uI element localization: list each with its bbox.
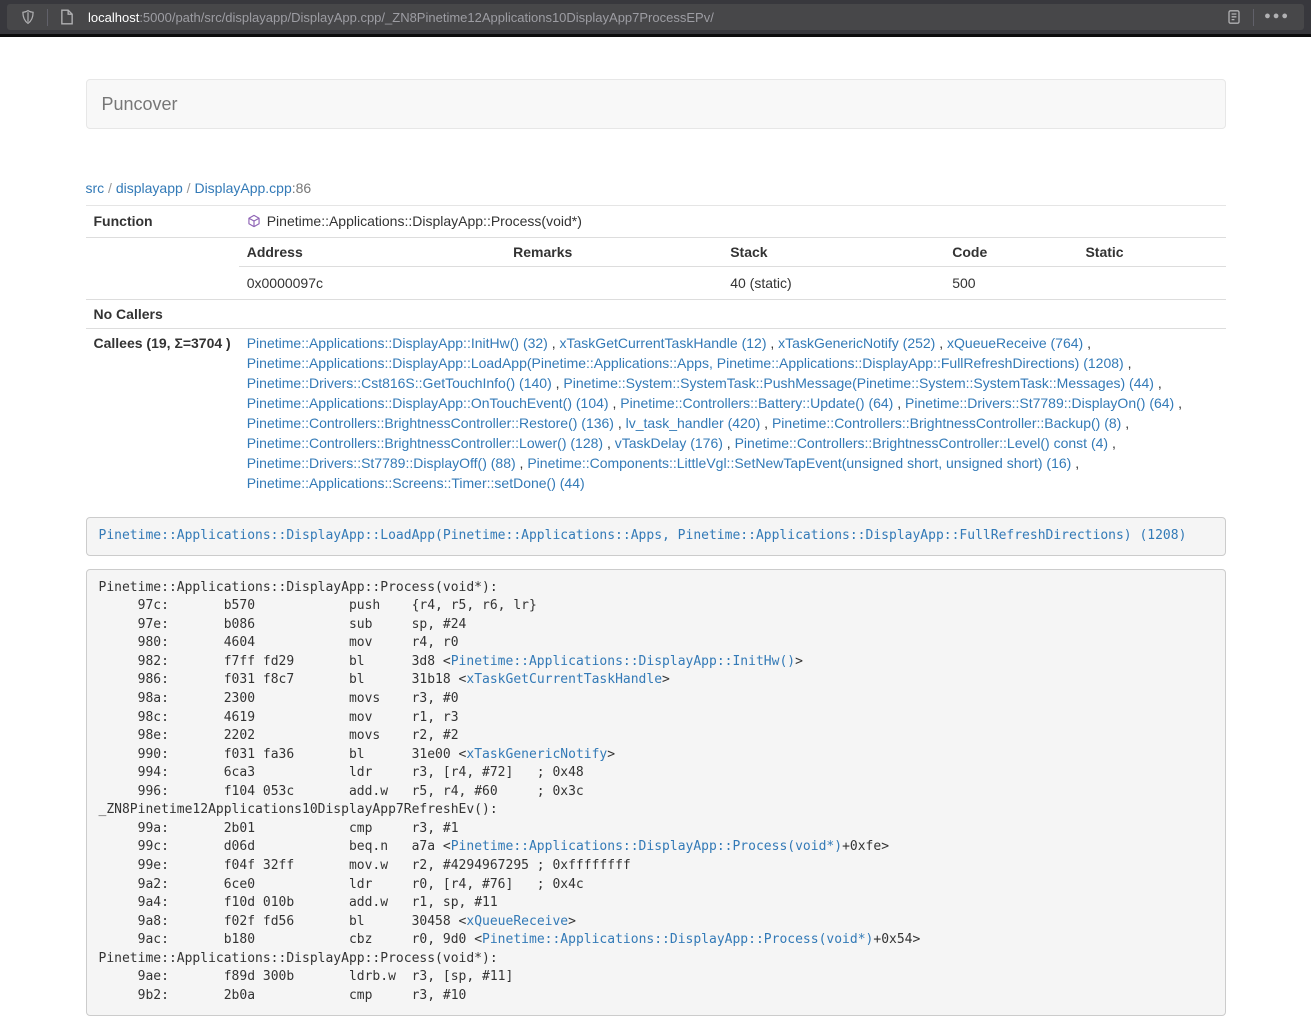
callee-link[interactable]: Pinetime::Controllers::BrightnessControl…	[247, 415, 614, 431]
col-header-code: Code	[944, 238, 1077, 267]
function-name-wrap: Pinetime::Applications::DisplayApp::Proc…	[247, 211, 582, 231]
page: Puncover src / displayapp / DisplayApp.c…	[0, 37, 1311, 1016]
breadcrumb-link[interactable]: src	[86, 180, 105, 196]
assembly-symbol-link[interactable]: Pinetime::Applications::DisplayApp::Init…	[451, 654, 795, 669]
col-header-address: Address	[239, 238, 505, 267]
callee-link[interactable]: xQueueReceive (764)	[947, 335, 1083, 351]
page-icon[interactable]	[56, 6, 78, 28]
assembly-symbol-link[interactable]: Pinetime::Applications::DisplayApp::Proc…	[482, 932, 873, 947]
breadcrumb: src / displayapp / DisplayApp.cpp:86	[86, 181, 1226, 196]
no-callers-row: No Callers	[86, 300, 1226, 329]
callee-link[interactable]: Pinetime::System::SystemTask::PushMessag…	[563, 375, 1154, 391]
function-row: Function Pinetime::Applications::Display…	[86, 207, 1226, 238]
url-host: localhost	[88, 10, 139, 25]
col-header-stack: Stack	[722, 238, 944, 267]
function-name: Pinetime::Applications::DisplayApp::Proc…	[267, 211, 582, 231]
shield-icon[interactable]	[17, 6, 39, 28]
function-info-table: Function Pinetime::Applications::Display…	[86, 207, 1226, 497]
symbol-cube-icon	[247, 214, 261, 228]
address-value: 0x0000097c	[239, 267, 505, 300]
callees-list: Pinetime::Applications::DisplayApp::Init…	[239, 329, 1226, 498]
browser-toolbar: localhost:5000/path/src/displayapp/Displ…	[0, 0, 1311, 34]
callee-link[interactable]: lv_task_handler (420)	[626, 415, 761, 431]
breadcrumb-link[interactable]: DisplayApp.cpp	[194, 180, 291, 196]
urlbar-divider	[47, 9, 48, 26]
callee-link[interactable]: Pinetime::Controllers::BrightnessControl…	[735, 435, 1108, 451]
remarks-value	[505, 267, 722, 300]
callee-link[interactable]: vTaskDelay (176)	[615, 435, 723, 451]
content-container: Puncover src / displayapp / DisplayApp.c…	[86, 37, 1226, 1016]
col-header-remarks: Remarks	[505, 238, 722, 267]
callee-link[interactable]: Pinetime::Applications::DisplayApp::Load…	[247, 355, 1124, 371]
breadcrumb-separator: /	[104, 180, 116, 196]
callee-link[interactable]: Pinetime::Drivers::St7789::DisplayOff() …	[247, 455, 516, 471]
assembly-symbol-link[interactable]: xTaskGetCurrentTaskHandle	[466, 672, 662, 687]
static-value	[1077, 267, 1225, 300]
callee-link[interactable]: xTaskGetCurrentTaskHandle (12)	[560, 335, 767, 351]
callee-link[interactable]: Pinetime::Components::LittleVgl::SetNewT…	[527, 455, 1071, 471]
detail-table: Address Remarks Stack Code Static 0x0000…	[239, 238, 1226, 299]
no-callers-label: No Callers	[86, 300, 239, 329]
detail-header-row: Address Remarks Stack Code Static	[239, 238, 1226, 267]
brand-title: Puncover	[87, 79, 193, 129]
code-value: 500	[944, 267, 1077, 300]
snippet-block: Pinetime::Applications::DisplayApp::Load…	[86, 517, 1226, 556]
url-path: :5000/path/src/displayapp/DisplayApp.cpp…	[139, 10, 714, 25]
assembly-symbol-link[interactable]: xTaskGenericNotify	[466, 747, 607, 762]
callee-link[interactable]: Pinetime::Applications::DisplayApp::Init…	[247, 335, 548, 351]
assembly-block: Pinetime::Applications::DisplayApp::Proc…	[86, 569, 1226, 1016]
url-bar[interactable]: localhost:5000/path/src/displayapp/Displ…	[7, 4, 1304, 30]
divider-rule	[86, 205, 1226, 206]
callee-link[interactable]: Pinetime::Applications::DisplayApp::OnTo…	[247, 395, 609, 411]
callee-link[interactable]: Pinetime::Controllers::Battery::Update()…	[620, 395, 893, 411]
urlbar-divider-right	[1253, 9, 1254, 26]
ellipsis-menu-icon[interactable]: ●●●	[1262, 10, 1294, 25]
assembly-symbol-link[interactable]: Pinetime::Applications::DisplayApp::Proc…	[451, 839, 842, 854]
callee-link[interactable]: Pinetime::Controllers::BrightnessControl…	[772, 415, 1121, 431]
col-header-static: Static	[1077, 238, 1225, 267]
callees-row: Callees (19, Σ=3704 ) Pinetime::Applicat…	[86, 329, 1226, 498]
breadcrumb-link[interactable]: displayapp	[116, 180, 183, 196]
breadcrumb-line-number: :86	[292, 180, 311, 196]
callee-link[interactable]: Pinetime::Drivers::St7789::DisplayOn() (…	[905, 395, 1174, 411]
function-label: Function	[86, 207, 239, 238]
url-text[interactable]: localhost:5000/path/src/displayapp/Displ…	[88, 10, 1215, 25]
reader-mode-icon[interactable]	[1223, 6, 1245, 28]
detail-row: Address Remarks Stack Code Static 0x0000…	[86, 238, 1226, 300]
detail-value-row: 0x0000097c 40 (static) 500	[239, 267, 1226, 300]
callee-link[interactable]: Pinetime::Drivers::Cst816S::GetTouchInfo…	[247, 375, 552, 391]
callees-label: Callees (19, Σ=3704 )	[86, 329, 239, 498]
stack-value: 40 (static)	[722, 267, 944, 300]
navbar: Puncover	[86, 79, 1226, 129]
callee-link[interactable]: xTaskGenericNotify (252)	[778, 335, 935, 351]
breadcrumb-separator: /	[183, 180, 195, 196]
callee-link[interactable]: Pinetime::Controllers::BrightnessControl…	[247, 435, 603, 451]
snippet-link[interactable]: Pinetime::Applications::DisplayApp::Load…	[99, 528, 1187, 543]
assembly-symbol-link[interactable]: xQueueReceive	[466, 914, 568, 929]
callee-link[interactable]: Pinetime::Applications::Screens::Timer::…	[247, 475, 585, 491]
